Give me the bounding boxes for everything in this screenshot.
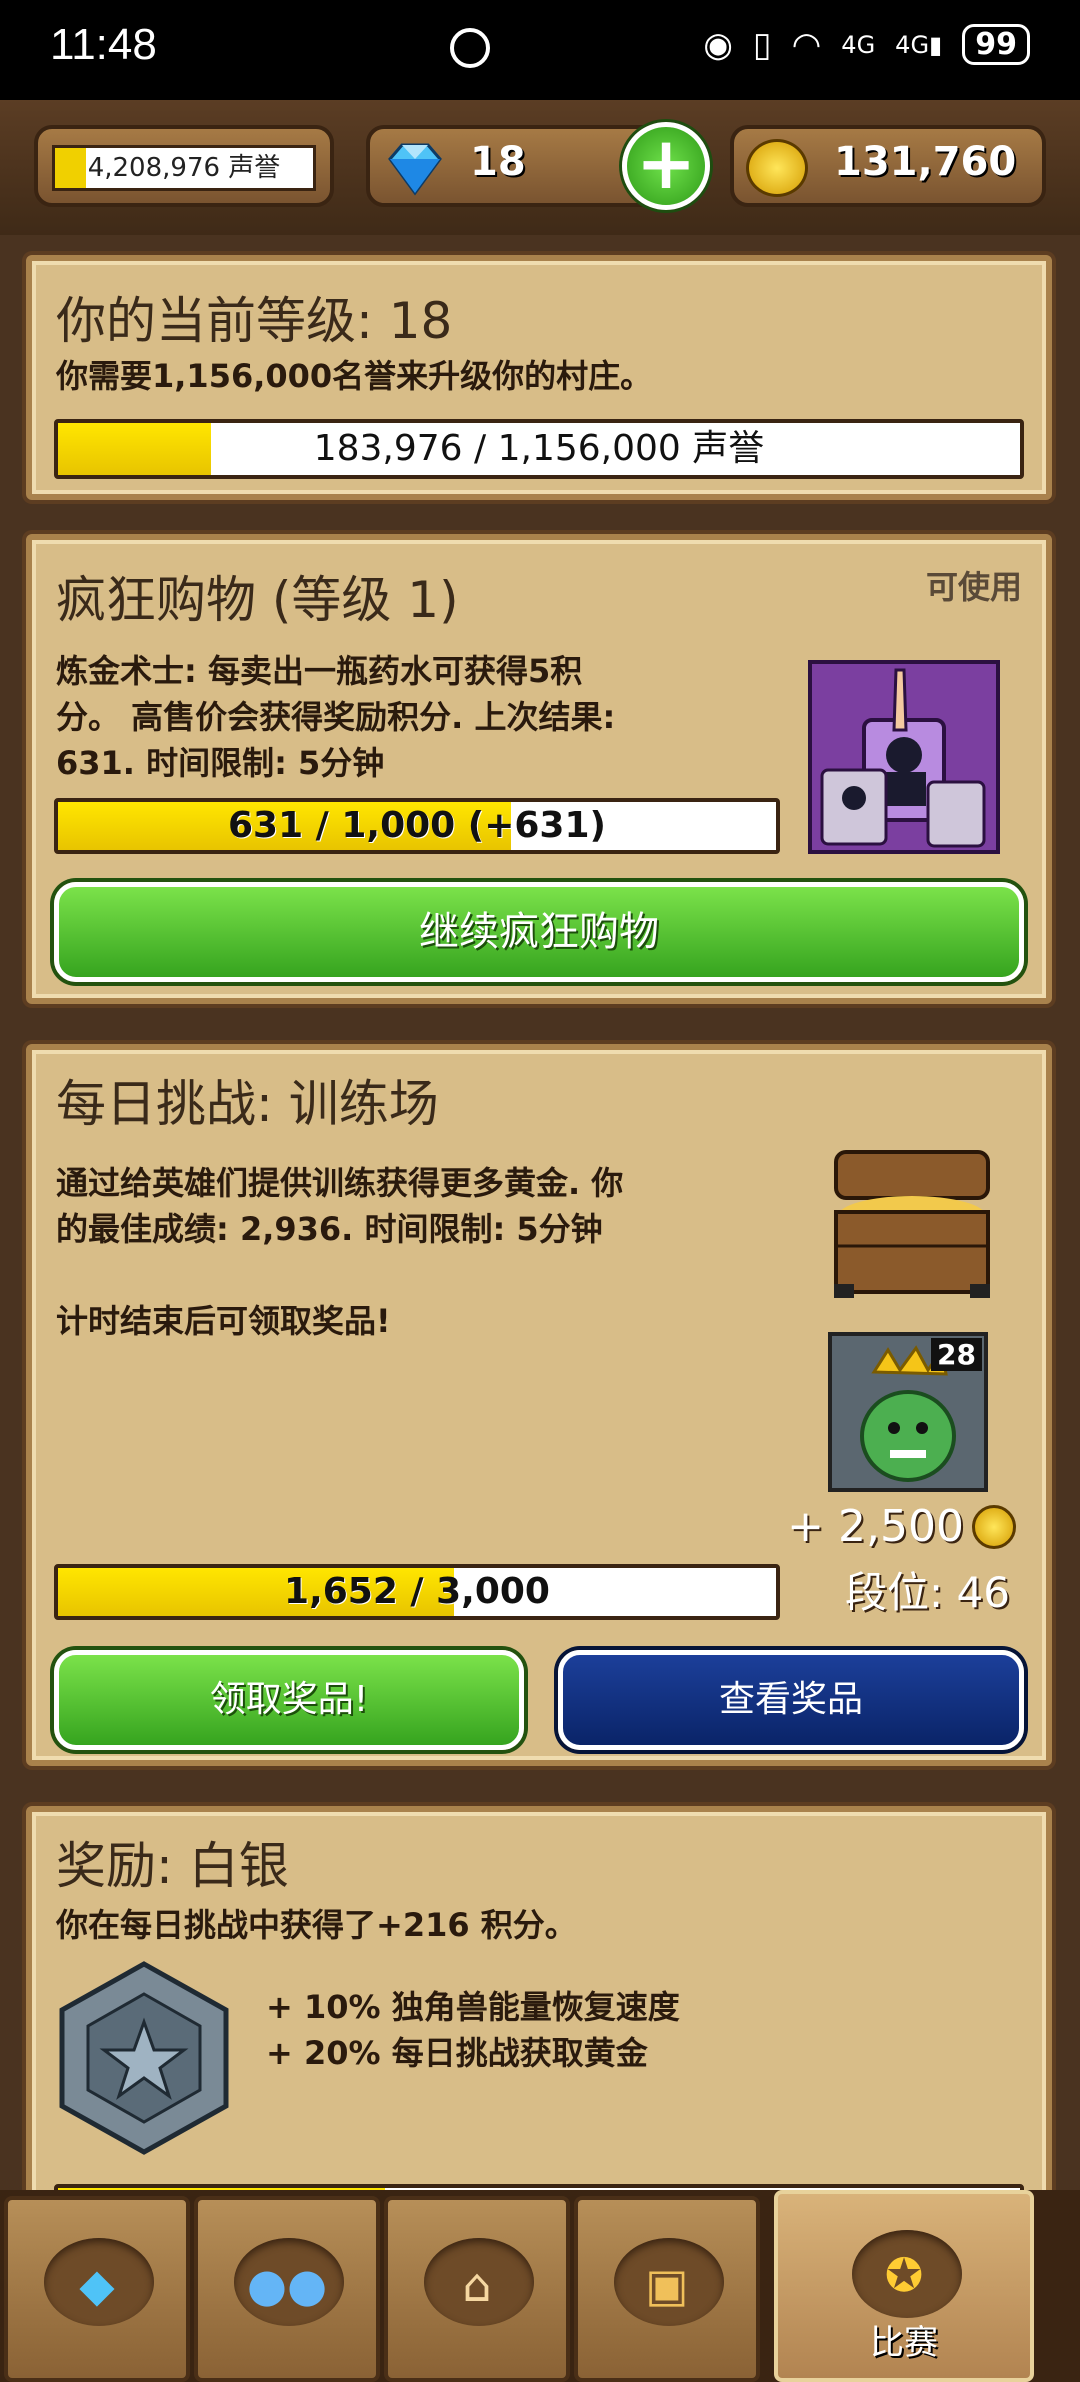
notification-icon: [450, 28, 490, 68]
reward-bonus-2: + 20% 每日挑战获取黄金: [266, 2034, 648, 2072]
daily-progress-label: 1,652 / 3,000: [284, 1571, 550, 1612]
signal-icon: 4G: [841, 30, 876, 59]
tab-heroes[interactable]: ●●: [194, 2196, 380, 2382]
daily-challenge-panel: 每日挑战: 训练场 通过给英雄们提供训练获得更多黄金. 你 的最佳成绩: 2,9…: [26, 1044, 1052, 1766]
diamond-icon: [388, 143, 442, 196]
reward-bonus-1: + 10% 独角兽能量恢复速度: [266, 1988, 680, 2026]
daily-description-1: 通过给英雄们提供训练获得更多黄金. 你: [56, 1164, 624, 1202]
battery-indicator: 99: [962, 24, 1030, 65]
heroes-icon: ●●: [246, 2258, 328, 2312]
shopping-progress-bar: 631 / 1,000 (+631): [54, 798, 780, 854]
tab-shop[interactable]: ⌂: [384, 2196, 570, 2382]
shopping-description-3: 631. 时间限制: 5分钟: [56, 744, 385, 782]
add-gems-button[interactable]: +: [622, 122, 710, 210]
bottom-tab-bar: ◆ ●● ⌂ ▣ ✪ 比赛: [0, 2190, 1080, 2382]
level-progress-label: 183,976 / 1,156,000 声誉: [313, 428, 765, 469]
fame-value: 4,208,976 声誉: [87, 153, 281, 183]
diamond-icon: ◆: [79, 2258, 115, 2312]
reward-title: 奖励: 白银: [56, 1837, 289, 1895]
wifi-icon: ◠: [791, 24, 822, 65]
daily-title: 每日挑战: 训练场: [56, 1075, 439, 1133]
gold-coin-icon: [972, 1505, 1016, 1549]
continue-shopping-button[interactable]: 继续疯狂购物: [54, 882, 1024, 982]
silver-badge-image: [54, 1960, 234, 2156]
card-game-icon: [808, 660, 1000, 854]
chest-icon: ▣: [645, 2258, 689, 2312]
reward-amount-value: + 2,500: [787, 1501, 964, 1552]
hero-level-badge: 28: [931, 1338, 982, 1371]
gem-count: 18: [470, 139, 526, 185]
view-rewards-button[interactable]: 查看奖品: [558, 1650, 1024, 1750]
silver-star-badge-icon: [59, 1961, 229, 2155]
treasure-chest-icon: [834, 1150, 990, 1298]
level-progress-bar: 183,976 / 1,156,000 声誉: [54, 419, 1024, 479]
level-title: 你的当前等级: 18: [56, 292, 453, 350]
eye-icon: ◉: [703, 24, 733, 65]
resource-bar: 4,208,976 声誉 18 131,760: [0, 100, 1080, 235]
status-bar: 11:48 ◉ ▯ ◠ 4G 4G▮ 99: [0, 0, 1080, 100]
fame-counter: 4,208,976 声誉: [34, 125, 334, 207]
shopping-status: 可使用: [925, 568, 1022, 606]
card-game-image: [808, 660, 1000, 854]
shopping-description-1: 炼金术士: 每卖出一瓶药水可获得5积: [56, 652, 583, 690]
daily-description-2: 的最佳成绩: 2,936. 时间限制: 5分钟: [56, 1210, 603, 1248]
shopping-progress-label: 631 / 1,000 (+631): [228, 805, 606, 846]
tab-tournament[interactable]: ✪ 比赛: [774, 2190, 1034, 2382]
daily-progress-bar: 1,652 / 3,000: [54, 1564, 780, 1620]
reward-description: 你在每日挑战中获得了+216 积分。: [56, 1906, 577, 1944]
gold-count: 131,760: [834, 139, 1017, 185]
shopping-panel: 疯狂购物 (等级 1) 可使用 炼金术士: 每卖出一瓶药水可获得5积 分。 高售…: [26, 534, 1052, 1004]
treasure-chest-image: [822, 1146, 1002, 1306]
vibrate-icon: ▯: [752, 24, 772, 65]
gold-coin-icon: [746, 139, 808, 197]
medal-icon: ✪: [884, 2248, 924, 2302]
level-panel: 你的当前等级: 18 你需要1,156,000名誉来升级你的村庄。 183,97…: [26, 255, 1052, 500]
hero-portrait[interactable]: 28: [828, 1332, 988, 1492]
rank-label: 段位: 46: [845, 1568, 1010, 1617]
tab-tournament-label: 比赛: [870, 2323, 938, 2363]
daily-reward-note: 计时结束后可领取奖品!: [56, 1302, 391, 1340]
reward-amount: + 2,500: [787, 1504, 1016, 1550]
signal-icon-2: 4G▮: [895, 30, 943, 59]
gold-counter: 131,760: [730, 125, 1046, 207]
status-time: 11:48: [50, 20, 157, 69]
shop-icon: ⌂: [462, 2258, 492, 2312]
status-icons: ◉ ▯ ◠ 4G 4G▮ 99: [703, 24, 1030, 65]
fame-bar: 4,208,976 声誉: [52, 145, 316, 191]
tab-gems[interactable]: ◆: [4, 2196, 190, 2382]
claim-reward-button[interactable]: 领取奖品!: [54, 1650, 524, 1750]
shopping-title: 疯狂购物 (等级 1): [56, 571, 459, 629]
shopping-description-2: 分。 高售价会获得奖励积分. 上次结果:: [56, 698, 616, 736]
reward-panel: 奖励: 白银 你在每日挑战中获得了+216 积分。 + 10% 独角兽能量恢复速…: [26, 1806, 1052, 2240]
level-description: 你需要1,156,000名誉来升级你的村庄。: [56, 357, 653, 395]
tab-chest[interactable]: ▣: [574, 2196, 760, 2382]
